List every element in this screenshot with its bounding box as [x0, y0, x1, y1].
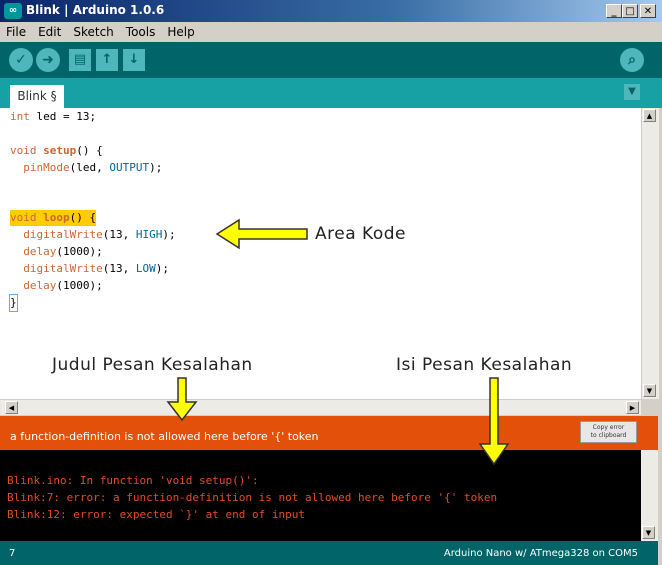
window-title: Blink | Arduino 1.0.6: [26, 3, 165, 17]
console-scrollbar[interactable]: ▼: [641, 450, 658, 541]
code-line-highlighted: void loop() {: [10, 210, 97, 226]
arrow-down-icon: [478, 377, 510, 466]
scroll-right-icon[interactable]: ▶: [626, 401, 639, 414]
arrow-left-icon: [215, 218, 308, 250]
code-line: delay(1000);: [23, 279, 103, 292]
minimize-button[interactable]: _: [606, 4, 622, 18]
editor-horizontal-scrollbar[interactable]: ◀ ▶: [0, 399, 641, 415]
console-output: Blink.ino: In function 'void setup()': B…: [0, 450, 641, 541]
code-line: digitalWrite(13, HIGH);: [23, 228, 176, 241]
console-line: Blink.ino: In function 'void setup()':: [7, 474, 259, 487]
board-info: Arduino Nano w/ ATmega328 on COM5: [443, 548, 638, 559]
console-line: Blink:12: error: expected `}' at end of …: [7, 508, 306, 521]
tab-menu-chevron-down-icon[interactable]: ▼: [624, 84, 640, 100]
menu-file[interactable]: File: [0, 22, 32, 39]
scroll-down-icon[interactable]: ▼: [643, 384, 656, 397]
menu-bar: File Edit Sketch Tools Help: [0, 22, 662, 42]
annotation-code-area: Area Kode: [315, 224, 406, 244]
tab-blink[interactable]: Blink §: [10, 85, 64, 108]
save-sketch-button[interactable]: ↓: [123, 49, 145, 71]
verify-button[interactable]: ✓: [9, 48, 33, 72]
scroll-up-icon[interactable]: ▲: [643, 109, 656, 122]
annotation-error-title: Judul Pesan Kesalahan: [52, 355, 253, 375]
arrow-down-icon: [166, 377, 198, 422]
status-bar: 7 Arduino Nano w/ ATmega328 on COM5: [0, 541, 658, 565]
open-sketch-button[interactable]: ↑: [96, 49, 118, 71]
code-line: pinMode(led, OUTPUT);: [23, 161, 163, 174]
code-line-cursor: }: [9, 294, 18, 312]
serial-monitor-button[interactable]: ⌕: [620, 48, 644, 72]
title-bar: ∞ Blink | Arduino 1.0.6 _ □ ✕: [0, 0, 662, 22]
scroll-left-icon[interactable]: ◀: [5, 401, 18, 414]
maximize-button[interactable]: □: [622, 4, 638, 18]
error-title: a function-definition is not allowed her…: [10, 430, 319, 443]
code-line: delay(1000);: [23, 245, 103, 258]
code-line: digitalWrite(13, LOW);: [23, 262, 169, 275]
arduino-logo-icon: ∞: [4, 3, 22, 19]
menu-tools[interactable]: Tools: [120, 22, 162, 39]
tab-bar: Blink § ▼: [0, 78, 662, 108]
upload-button[interactable]: ➜: [36, 48, 60, 72]
menu-edit[interactable]: Edit: [32, 22, 67, 39]
close-button[interactable]: ✕: [640, 4, 656, 18]
code-line: void setup() {: [10, 144, 103, 157]
console-line: Blink:7: error: a function-definition is…: [7, 491, 498, 504]
editor-vertical-scrollbar[interactable]: ▲ ▼: [641, 108, 659, 399]
menu-help[interactable]: Help: [161, 22, 200, 39]
line-number: 7: [9, 548, 16, 559]
code-line: int led = 13;: [10, 110, 97, 123]
annotation-error-content: Isi Pesan Kesalahan: [396, 355, 573, 375]
new-sketch-button[interactable]: ▤: [69, 49, 91, 71]
toolbar: ✓ ➜ ▤ ↑ ↓ ⌕: [0, 42, 662, 78]
scroll-down-icon[interactable]: ▼: [642, 526, 655, 539]
copy-error-button[interactable]: Copy error to clipboard: [580, 421, 637, 443]
menu-sketch[interactable]: Sketch: [67, 22, 119, 39]
error-message-bar: a function-definition is not allowed her…: [0, 416, 658, 450]
